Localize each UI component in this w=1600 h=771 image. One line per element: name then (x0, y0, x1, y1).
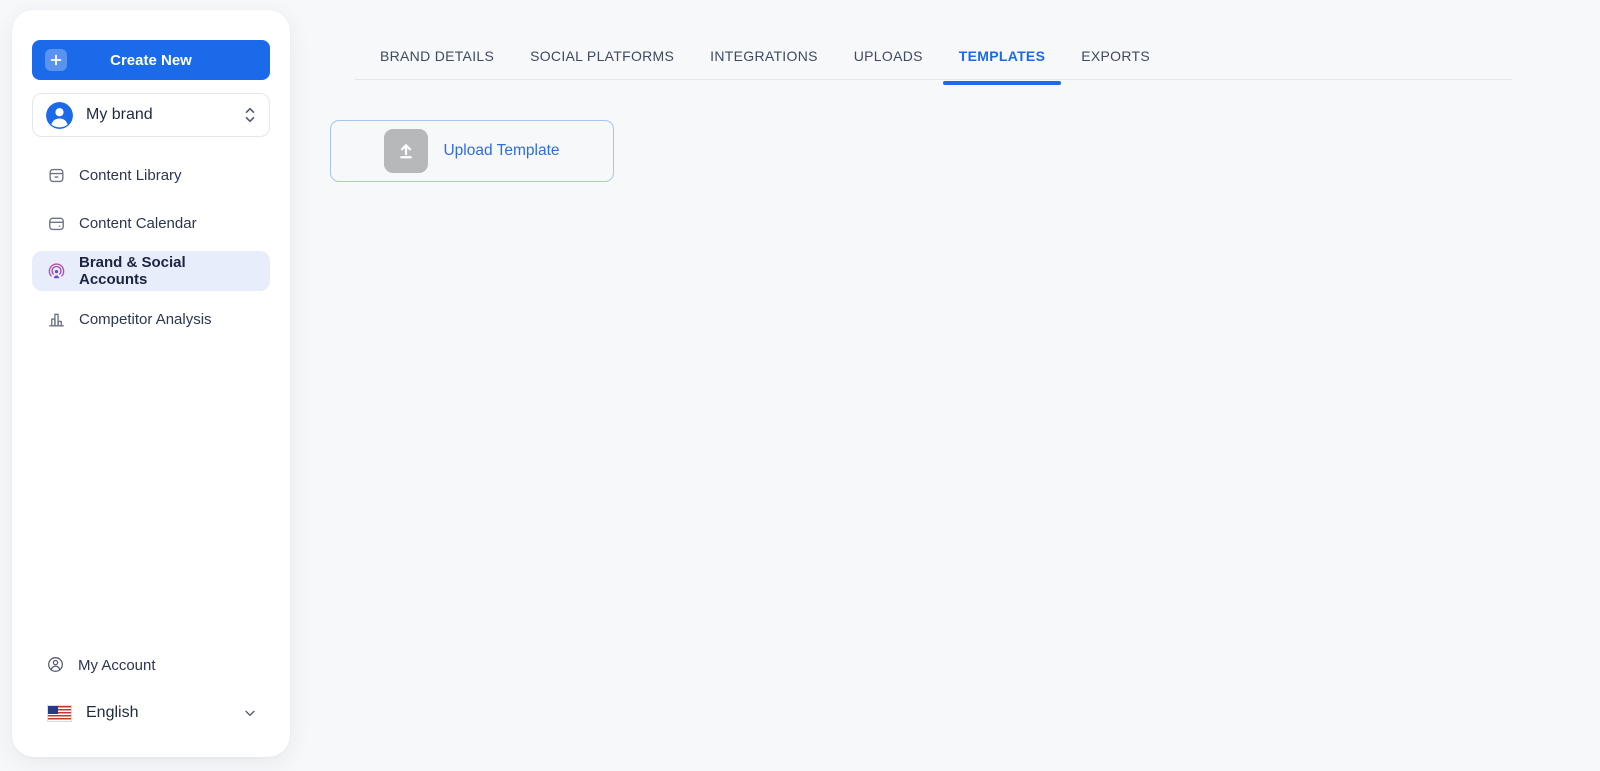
archive-icon (46, 165, 66, 185)
upload-template-label: Upload Template (443, 142, 560, 159)
brand-selector-label: My brand (86, 106, 153, 123)
tab-social-platforms[interactable]: SOCIAL PLATFORMS (512, 48, 692, 83)
language-selector[interactable]: English (32, 691, 270, 735)
tab-uploads[interactable]: UPLOADS (836, 48, 941, 83)
my-account-label: My Account (78, 656, 156, 674)
tab-exports[interactable]: EXPORTS (1063, 48, 1168, 83)
upload-icon (384, 129, 429, 173)
upload-template-button[interactable]: Upload Template (330, 120, 614, 182)
my-account-link[interactable]: My Account (32, 647, 270, 683)
language-label: English (86, 704, 139, 721)
sidebar-item-content-calendar[interactable]: Content Calendar (32, 203, 270, 243)
avatar-icon (46, 101, 73, 129)
create-new-label: Create New (110, 51, 192, 69)
plus-icon (45, 49, 67, 71)
sidebar-item-label: Brand & Social Accounts (79, 254, 186, 288)
sidebar-item-content-library[interactable]: Content Library (32, 155, 270, 195)
sidebar: Create New My brand Content Library Cont… (12, 10, 290, 757)
sidebar-nav: Content Library Content Calendar Brand &… (32, 155, 270, 339)
chevron-down-icon (242, 705, 258, 721)
bar-chart-icon (46, 309, 66, 329)
sidebar-item-competitor-analysis[interactable]: Competitor Analysis (32, 299, 270, 339)
sidebar-item-label: Competitor Analysis (79, 310, 212, 328)
brand-selector[interactable]: My brand (32, 93, 270, 137)
us-flag-icon (47, 704, 72, 722)
calendar-icon (46, 213, 66, 233)
chevron-updown-icon (243, 105, 257, 125)
tab-bar: BRAND DETAILS SOCIAL PLATFORMS INTEGRATI… (362, 48, 1168, 85)
sidebar-item-brand-social-accounts[interactable]: Brand & Social Accounts (32, 251, 270, 291)
sidebar-item-label: Content Calendar (79, 214, 197, 232)
tab-integrations[interactable]: INTEGRATIONS (692, 48, 836, 83)
broadcast-person-icon (46, 261, 66, 281)
tab-bar-divider (355, 79, 1512, 80)
tab-brand-details[interactable]: BRAND DETAILS (362, 48, 512, 83)
create-new-button[interactable]: Create New (32, 40, 270, 80)
account-circle-icon (46, 655, 66, 675)
sidebar-item-label: Content Library (79, 166, 182, 184)
tab-templates[interactable]: TEMPLATES (941, 48, 1063, 85)
